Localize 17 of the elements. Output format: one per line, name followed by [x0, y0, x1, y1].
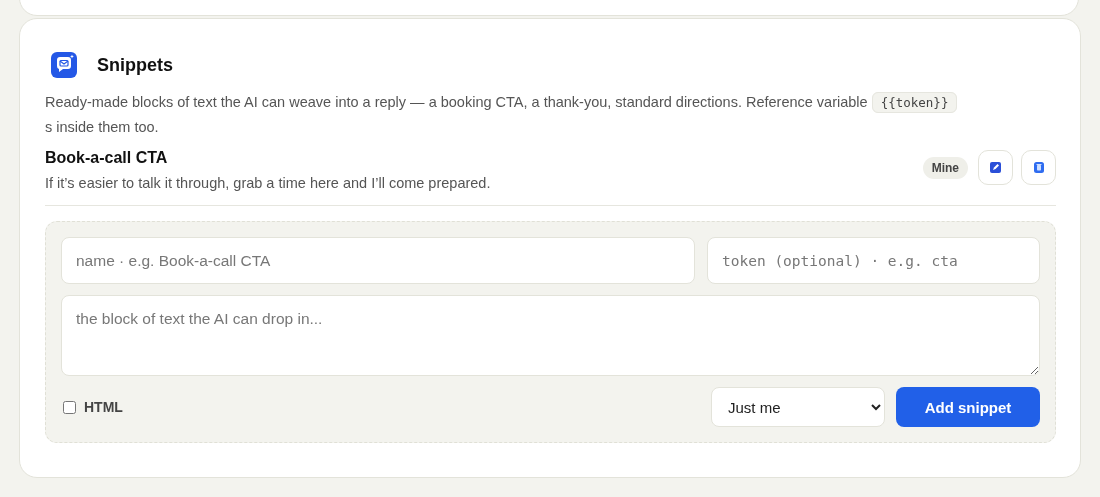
token-field[interactable]: token (optional) · e.g. cta: [707, 237, 1040, 284]
edit-icon: [990, 162, 1001, 173]
trash-icon: [1033, 162, 1044, 173]
visibility-select[interactable]: Just me: [711, 387, 885, 427]
delete-button[interactable]: [1021, 150, 1056, 185]
snippet-title: Book-a-call CTA: [45, 149, 169, 167]
add-snippet-button[interactable]: Add snippet: [896, 387, 1040, 427]
chat-mail-icon: [51, 52, 77, 78]
name-field[interactable]: name · e.g. Book-a-call CTA: [61, 237, 695, 284]
html-label: HTML: [84, 399, 123, 415]
snippet-text-field[interactable]: the block of text the AI can drop in...: [61, 295, 1040, 376]
section-description: Ready-made blocks of text the AI can weave into a reply — a booking CTA, a thank-you, standard directions. Reference variable {{token}} s inside them too.: [45, 90, 965, 140]
edit-button[interactable]: [978, 150, 1013, 185]
owner-badge: Mine: [922, 156, 968, 179]
html-checkbox[interactable]: [63, 400, 76, 414]
section-title: Snippets: [97, 54, 173, 76]
snippet-text: If it’s easier to talk it through, grab a time here and I’ll come prepared.: [45, 175, 491, 191]
